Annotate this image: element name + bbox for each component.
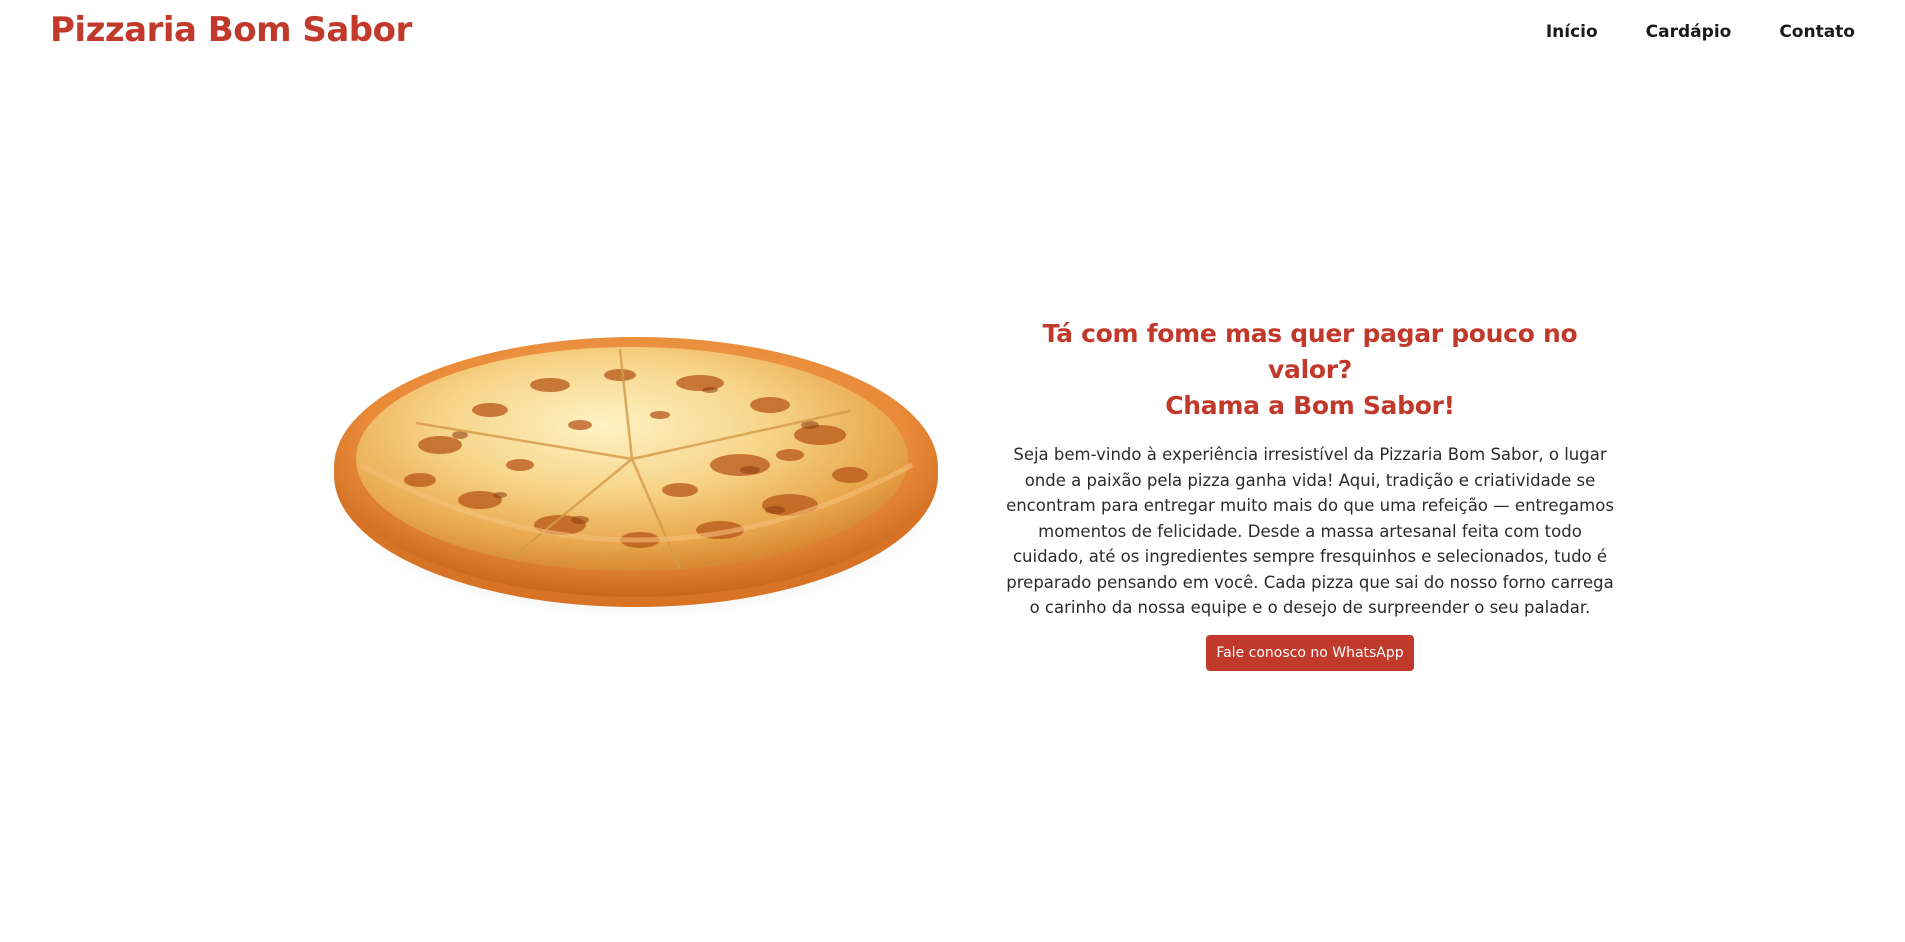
hero-title-line-2: Chama a Bom Sabor! bbox=[1165, 391, 1455, 420]
hero-description: Seja bem-vindo à experiência irresistíve… bbox=[1006, 445, 1614, 617]
site-logo[interactable]: Pizzaria Bom Sabor bbox=[50, 10, 412, 50]
nav-link-cardapio[interactable]: Cardápio bbox=[1646, 22, 1732, 42]
whatsapp-contact-button[interactable]: Fale conosco no WhatsApp bbox=[1206, 634, 1414, 671]
site-header: Pizzaria Bom Sabor Início Cardápio Conta… bbox=[0, 0, 1905, 66]
hero-title: Tá com fome mas quer pagar pouco no valo… bbox=[1000, 316, 1620, 424]
hero-content: Tá com fome mas quer pagar pouco no valo… bbox=[1000, 316, 1620, 671]
hero-title-line-1: Tá com fome mas quer pagar pouco no valo… bbox=[1042, 319, 1578, 384]
nav-link-inicio[interactable]: Início bbox=[1546, 22, 1598, 42]
pizza-image bbox=[320, 315, 960, 630]
pizza-illustration bbox=[320, 337, 956, 625]
main-nav: Início Cardápio Contato bbox=[1546, 22, 1855, 42]
nav-link-contato[interactable]: Contato bbox=[1779, 22, 1855, 42]
